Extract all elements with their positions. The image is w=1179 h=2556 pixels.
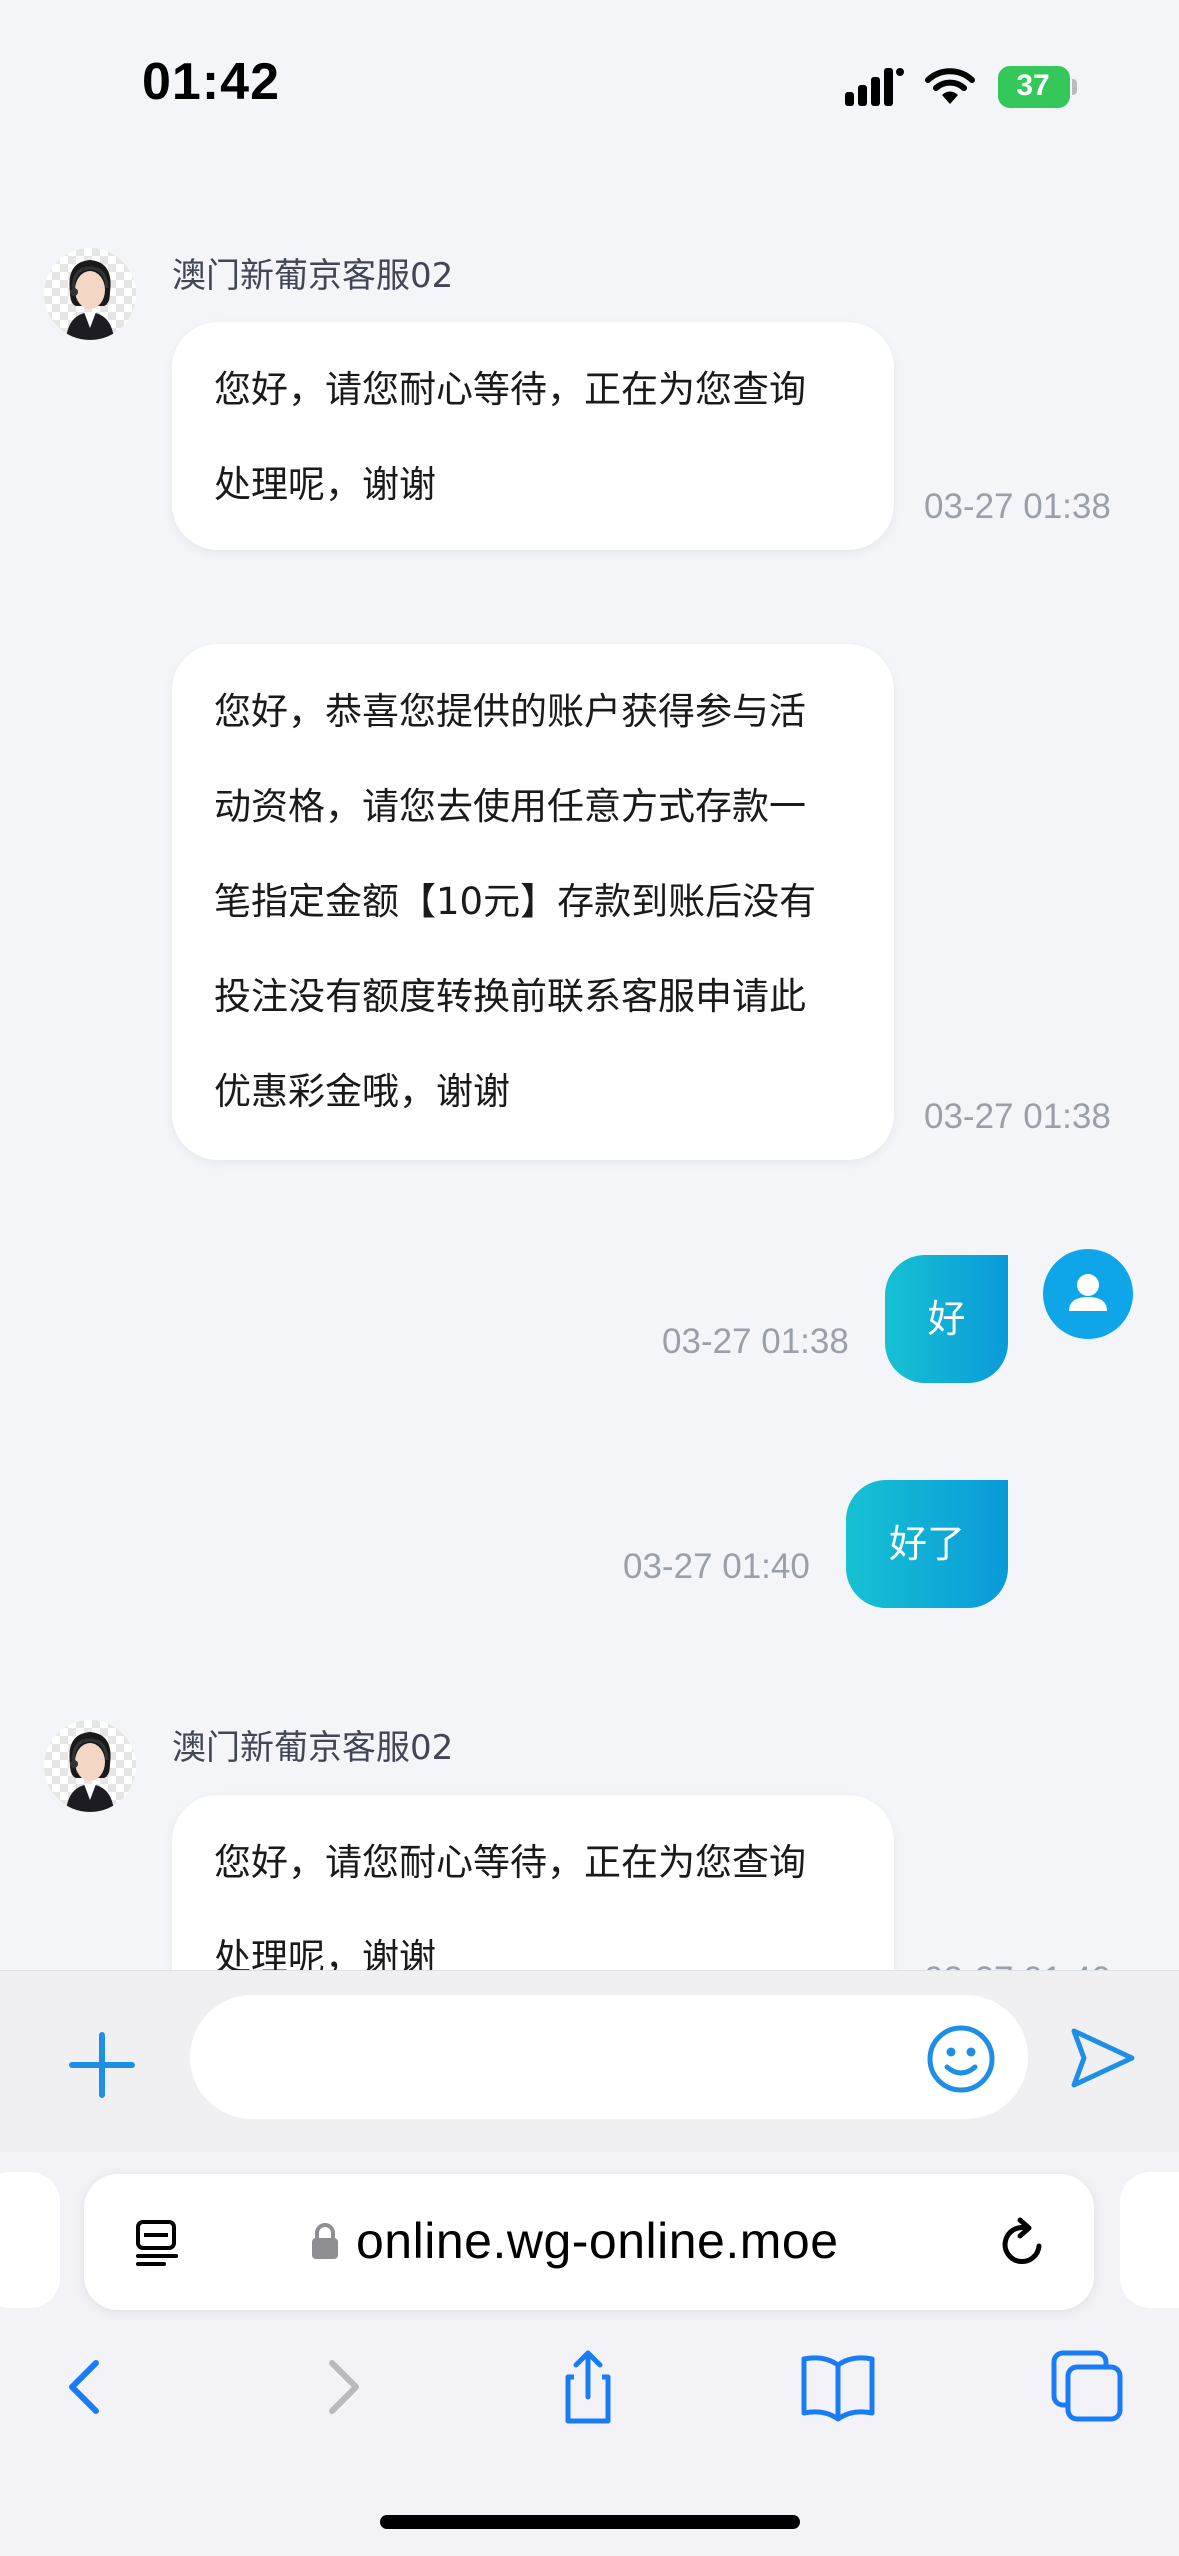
status-bar: 01:42 37 bbox=[0, 0, 1179, 170]
chat-messages[interactable]: 澳门新葡京客服02 您好，请您耐心等待，正在为您查询 处理呢，谢谢 03-27 … bbox=[0, 170, 1179, 1970]
incoming-message-bubble: 您好，恭喜您提供的账户获得参与活 动资格，请您去使用任意方式存款一 笔指定金额【… bbox=[172, 644, 894, 1160]
browser-toolbar: online.wg-online.moe bbox=[0, 2152, 1179, 2556]
outgoing-message-bubble: 好 bbox=[885, 1255, 1008, 1383]
message-line: 处理呢，谢谢 bbox=[214, 1936, 436, 1970]
back-icon[interactable] bbox=[48, 2347, 128, 2427]
signal-icon bbox=[845, 68, 904, 106]
home-indicator bbox=[380, 2515, 800, 2529]
outgoing-message-bubble: 好了 bbox=[846, 1480, 1008, 1608]
battery-indicator: 37 bbox=[998, 66, 1078, 108]
message-line: 优惠彩金哦，谢谢 bbox=[214, 1070, 510, 1113]
share-icon[interactable] bbox=[548, 2347, 628, 2427]
message-composer bbox=[0, 1970, 1179, 2155]
message-line: 您好，请您耐心等待，正在为您查询 bbox=[214, 1841, 806, 1884]
bookmarks-icon[interactable] bbox=[798, 2347, 878, 2427]
tabs-icon[interactable] bbox=[1048, 2347, 1128, 2427]
message-timestamp: 03-27 01:38 bbox=[924, 1097, 1111, 1136]
reload-icon[interactable] bbox=[996, 2216, 1050, 2270]
message-line: 您好，请您耐心等待，正在为您查询 bbox=[214, 368, 806, 411]
message-timestamp: 03-27 01:38 bbox=[924, 487, 1111, 526]
previous-tab-preview[interactable] bbox=[0, 2172, 60, 2308]
sender-name: 澳门新葡京客服02 bbox=[172, 256, 454, 296]
message-timestamp: 03-27 01:38 bbox=[662, 1322, 849, 1361]
url-text: online.wg-online.moe bbox=[356, 2213, 839, 2269]
message-line: 投注没有额度转换前联系客服申请此 bbox=[214, 975, 806, 1018]
plus-icon[interactable] bbox=[66, 2029, 138, 2101]
status-time: 01:42 bbox=[142, 53, 280, 111]
message-line: 笔指定金额【10元】存款到账后没有 bbox=[214, 880, 817, 923]
message-line: 动资格，请您去使用任意方式存款一 bbox=[214, 785, 806, 828]
message-timestamp: 03-27 01:40 bbox=[924, 1960, 1111, 1970]
user-avatar bbox=[1043, 1249, 1133, 1339]
user-icon bbox=[1069, 1274, 1107, 1311]
sender-name: 澳门新葡京客服02 bbox=[172, 1728, 454, 1768]
next-tab-preview[interactable] bbox=[1120, 2172, 1179, 2308]
message-timestamp: 03-27 01:40 bbox=[623, 1547, 810, 1586]
address-bar[interactable]: online.wg-online.moe bbox=[84, 2174, 1094, 2310]
message-input[interactable] bbox=[190, 1995, 1028, 2119]
forward-icon[interactable] bbox=[300, 2347, 380, 2427]
agent-avatar bbox=[44, 248, 136, 340]
battery-level: 37 bbox=[1016, 69, 1050, 102]
reader-icon[interactable] bbox=[132, 2218, 182, 2268]
emoji-icon[interactable] bbox=[925, 2023, 997, 2095]
lock-icon bbox=[312, 2223, 338, 2259]
send-icon[interactable] bbox=[1068, 2023, 1138, 2093]
browser-nav-row bbox=[0, 2347, 1179, 2457]
message-line: 您好，恭喜您提供的账户获得参与活 bbox=[214, 690, 806, 733]
wifi-icon bbox=[925, 68, 975, 104]
incoming-message-bubble: 您好，请您耐心等待，正在为您查询 处理呢，谢谢 bbox=[172, 322, 894, 550]
message-line: 处理呢，谢谢 bbox=[214, 463, 436, 506]
incoming-message-bubble: 您好，请您耐心等待，正在为您查询 处理呢，谢谢 bbox=[172, 1795, 894, 1970]
agent-avatar bbox=[44, 1720, 136, 1812]
